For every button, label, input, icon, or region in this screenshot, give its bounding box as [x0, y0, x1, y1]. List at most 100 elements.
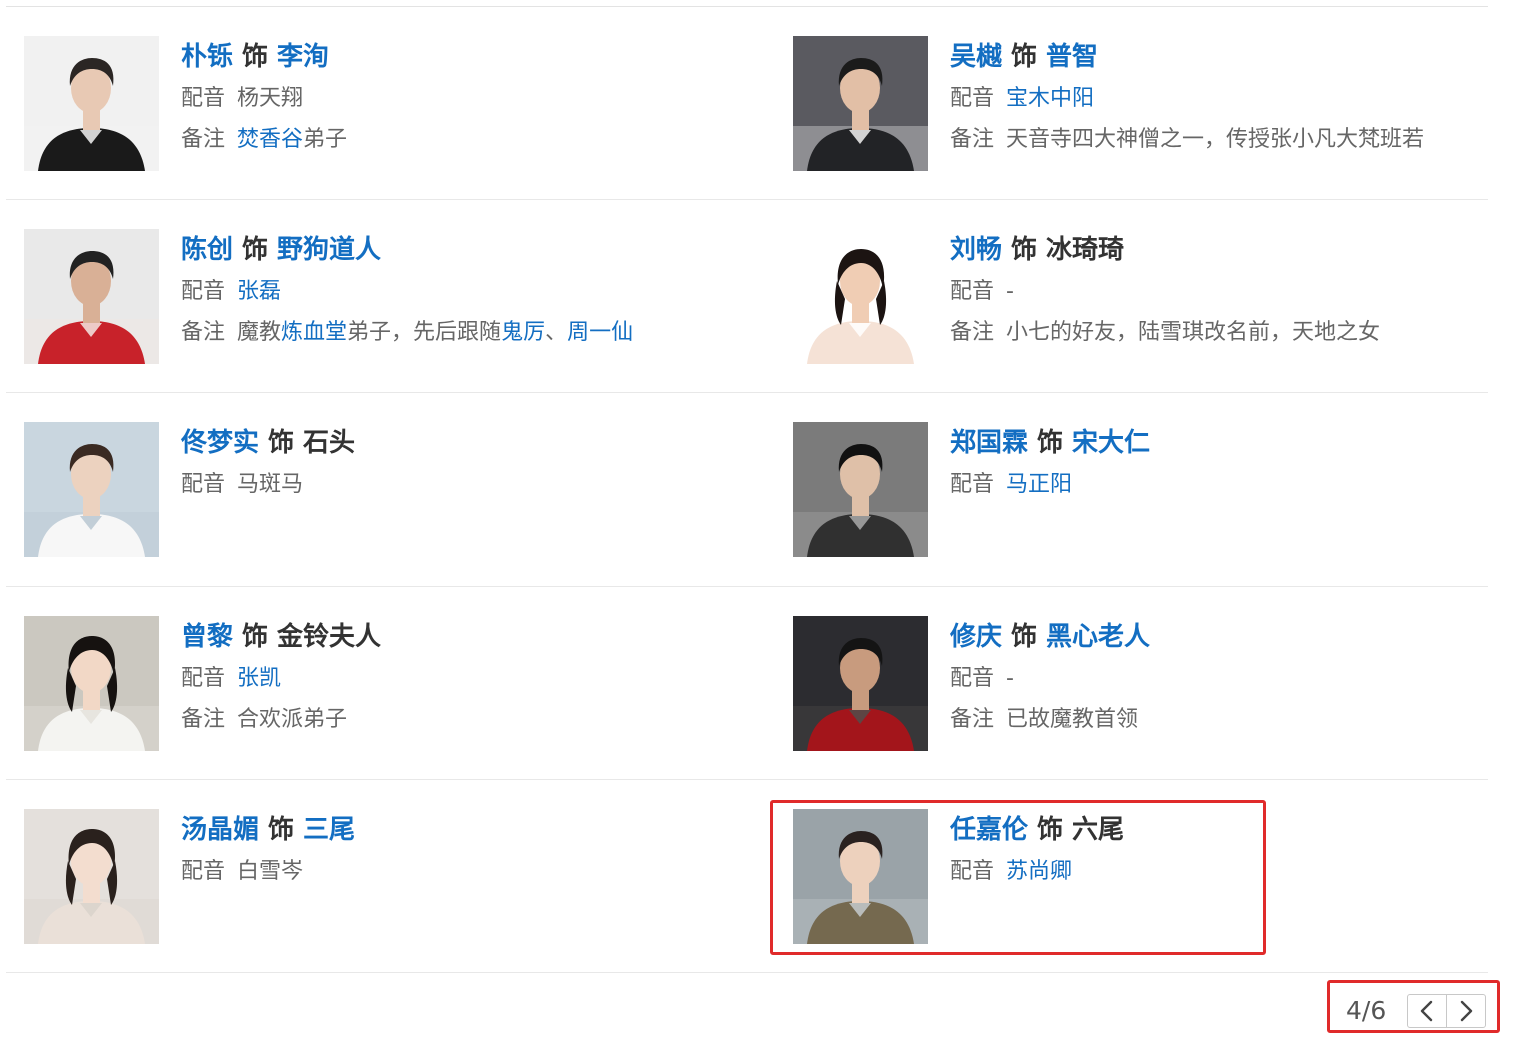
name-line: 佟梦实饰石头: [181, 427, 765, 459]
dub-line: 配音 宝木中阳: [950, 84, 1478, 114]
avatar[interactable]: [24, 229, 159, 365]
avatar[interactable]: [793, 229, 928, 365]
note-line: 备注 合欢派弟子: [181, 705, 765, 735]
name-line: 任嘉伦饰六尾: [950, 814, 1478, 846]
role-name-link[interactable]: 宋大仁: [1072, 428, 1150, 458]
actor-portrait: [793, 422, 928, 558]
cast-item: 吴樾饰普智 配音 宝木中阳 备注 天音寺四大神僧之一，传授张小凡大梵班若: [775, 7, 1488, 201]
name-line: 汤晶媚饰三尾: [181, 814, 765, 846]
note-link[interactable]: 焚香谷: [237, 127, 303, 152]
actress-portrait: [793, 229, 928, 365]
plays-label: 饰: [268, 814, 295, 845]
actor-portrait: [24, 422, 159, 558]
plays-label: 饰: [242, 621, 269, 652]
note-text: 弟子: [303, 127, 348, 152]
avatar[interactable]: [24, 422, 159, 558]
avatar[interactable]: [793, 36, 928, 171]
voice-actor-link[interactable]: 宝木中阳: [1006, 86, 1094, 111]
cast-item: 郑国霖饰宋大仁 配音 马正阳: [775, 393, 1488, 587]
cast-info: 佟梦实饰石头 配音 马斑马: [181, 427, 765, 500]
voice-actor: 杨天翔: [237, 86, 304, 111]
voice-actor-link[interactable]: 马正阳: [1006, 472, 1072, 497]
dub-label: 配音: [950, 279, 995, 305]
dub-label: 配音: [181, 858, 226, 884]
role-name-link[interactable]: 黑心老人: [1046, 622, 1150, 652]
actor-name-link[interactable]: 汤晶媚: [181, 815, 259, 845]
note-label: 备注: [950, 706, 995, 732]
pagination-controls: [1407, 994, 1486, 1028]
voice-actor: -: [1006, 665, 1014, 691]
actor-name-link[interactable]: 吴樾: [950, 42, 1002, 72]
note-text: 魔教: [237, 320, 282, 346]
actor-portrait: [24, 229, 159, 365]
note-line: 备注 天音寺四大神僧之一，传授张小凡大梵班若: [950, 125, 1478, 155]
avatar[interactable]: [24, 808, 159, 944]
dub-line: 配音 马斑马: [181, 470, 765, 500]
note-link[interactable]: 炼血堂: [281, 320, 347, 345]
dub-line: 配音 张磊: [181, 277, 765, 307]
voice-actor: -: [1006, 279, 1014, 305]
actor-name-link[interactable]: 朴铄: [181, 42, 233, 72]
dub-line: 配音 苏尚卿: [950, 857, 1478, 887]
avatar[interactable]: [793, 615, 928, 751]
voice-actor: 马斑马: [237, 472, 304, 498]
avatar[interactable]: [793, 808, 928, 944]
actor-name-link[interactable]: 佟梦实: [181, 428, 259, 458]
avatar[interactable]: [24, 615, 159, 751]
cast-list: 朴铄饰李洵 配音 杨天翔 备注 焚香谷弟子 吴樾饰普智 配音 宝木中阳 备注 天音寺四大神僧之一，…: [6, 7, 1488, 973]
dub-label: 配音: [950, 665, 995, 691]
cast-item: 刘畅饰冰琦琦 配音 - 备注 小七的好友，陆雪琪改名前，天地之女: [775, 200, 1488, 394]
voice-actor: 白雪岑: [237, 858, 304, 884]
cast-info: 郑国霖饰宋大仁 配音 马正阳: [950, 427, 1478, 500]
actor-name-link[interactable]: 陈创: [181, 235, 233, 265]
role-name: 石头: [303, 428, 356, 459]
plays-label: 饰: [1011, 42, 1038, 72]
cast-item: 佟梦实饰石头 配音 马斑马: [6, 393, 775, 587]
note-link[interactable]: 鬼厉: [501, 320, 545, 345]
role-name-link[interactable]: 三尾: [303, 815, 355, 845]
dub-label: 配音: [950, 858, 995, 884]
note-line: 备注 焚香谷弟子: [181, 125, 765, 155]
page-indicator: 4/6: [1346, 996, 1387, 1025]
cast-item: 任嘉伦饰六尾 配音 苏尚卿: [775, 780, 1488, 973]
note-label: 备注: [181, 320, 226, 346]
note-text: 天音寺四大神僧之一，传授张小凡大梵班若: [1006, 127, 1425, 152]
dub-label: 配音: [181, 279, 226, 305]
plays-label: 饰: [242, 42, 269, 72]
actor-portrait: [24, 36, 159, 171]
actor-name-link[interactable]: 修庆: [950, 622, 1002, 652]
actor-name-link[interactable]: 郑国霖: [950, 428, 1028, 458]
note-label: 备注: [950, 127, 995, 152]
cast-info: 任嘉伦饰六尾 配音 苏尚卿: [950, 814, 1478, 887]
prev-page-button[interactable]: [1408, 995, 1446, 1027]
note-text: 已故魔教首领: [1006, 706, 1139, 732]
avatar[interactable]: [24, 36, 159, 171]
voice-actor-link[interactable]: 苏尚卿: [1006, 859, 1072, 884]
next-page-button[interactable]: [1446, 995, 1485, 1027]
name-line: 郑国霖饰宋大仁: [950, 427, 1478, 459]
role-name-link[interactable]: 野狗道人: [277, 235, 381, 265]
name-line: 吴樾饰普智: [950, 41, 1478, 73]
role-name: 金铃夫人: [277, 621, 382, 652]
role-name-link[interactable]: 李洵: [277, 42, 329, 72]
dub-line: 配音 马正阳: [950, 470, 1478, 500]
actor-name-link[interactable]: 曾黎: [181, 622, 233, 652]
cast-item: 朴铄饰李洵配音 杨天翔备注 焚香谷弟子: [6, 7, 775, 201]
name-line: 曾黎饰金铃夫人: [181, 621, 765, 653]
note-text: 、: [545, 320, 568, 346]
actor-name-link[interactable]: 任嘉伦: [950, 815, 1028, 845]
dub-label: 配音: [181, 86, 226, 111]
actor-portrait: [793, 615, 928, 751]
note-line: 备注 小七的好友，陆雪琪改名前，天地之女: [950, 318, 1478, 348]
name-line: 陈创饰野狗道人: [181, 234, 765, 266]
dub-label: 配音: [950, 472, 995, 498]
avatar[interactable]: [793, 422, 928, 558]
role-name-link[interactable]: 普智: [1046, 42, 1098, 72]
plays-label: 饰: [268, 428, 295, 459]
cast-info: 陈创饰野狗道人 配音 张磊 备注 魔教炼血堂弟子，先后跟随鬼厉、周一仙: [181, 234, 765, 348]
note-link[interactable]: 周一仙: [567, 320, 633, 345]
voice-actor-link[interactable]: 张凯: [237, 666, 281, 691]
note-label: 备注: [181, 706, 226, 732]
actor-name-link[interactable]: 刘畅: [950, 235, 1002, 265]
voice-actor-link[interactable]: 张磊: [237, 279, 281, 304]
